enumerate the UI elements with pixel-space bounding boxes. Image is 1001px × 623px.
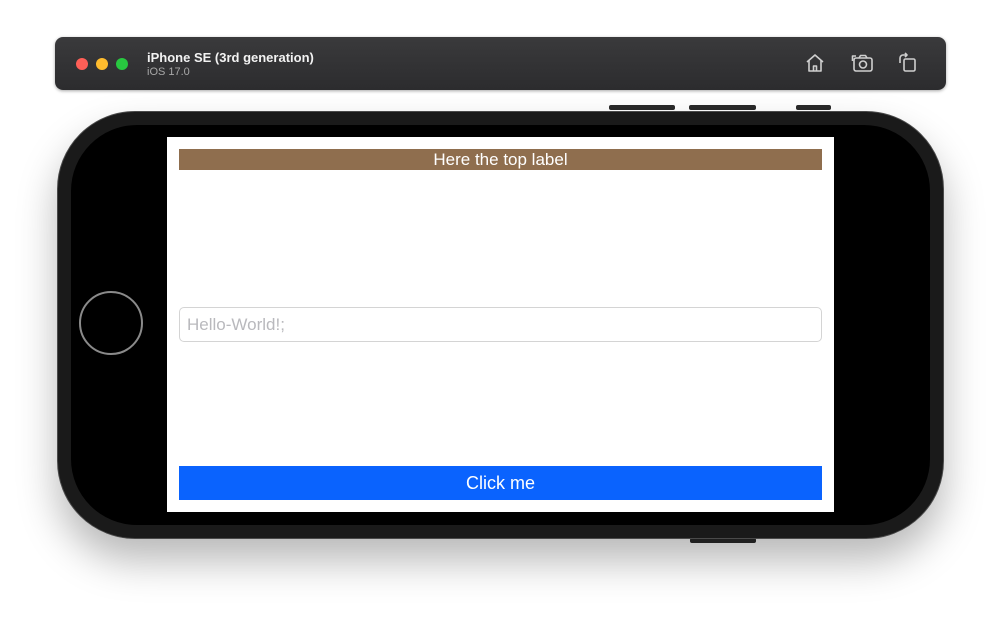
home-icon[interactable] [803, 51, 827, 75]
os-version: iOS 17.0 [147, 66, 190, 78]
hello-world-text-field[interactable] [179, 307, 822, 342]
volume-down-button[interactable] [689, 105, 756, 110]
volume-up-button[interactable] [609, 105, 675, 110]
screenshot-icon[interactable] [851, 51, 875, 75]
rotate-icon[interactable] [896, 51, 920, 75]
minimize-window-button[interactable] [96, 58, 108, 70]
device-name: iPhone SE (3rd generation) [147, 50, 314, 65]
simulator-window: iPhone SE (3rd generation) iOS 17.0 Here… [0, 0, 1001, 623]
simulator-title-bar: iPhone SE (3rd generation) iOS 17.0 [55, 37, 946, 90]
close-window-button[interactable] [76, 58, 88, 70]
silent-switch[interactable] [796, 105, 831, 110]
top-label: Here the top label [179, 149, 822, 170]
click-me-button[interactable]: Click me [179, 466, 822, 500]
home-button[interactable] [79, 291, 143, 355]
zoom-window-button[interactable] [116, 58, 128, 70]
app-screen: Here the top label Click me [167, 137, 834, 512]
